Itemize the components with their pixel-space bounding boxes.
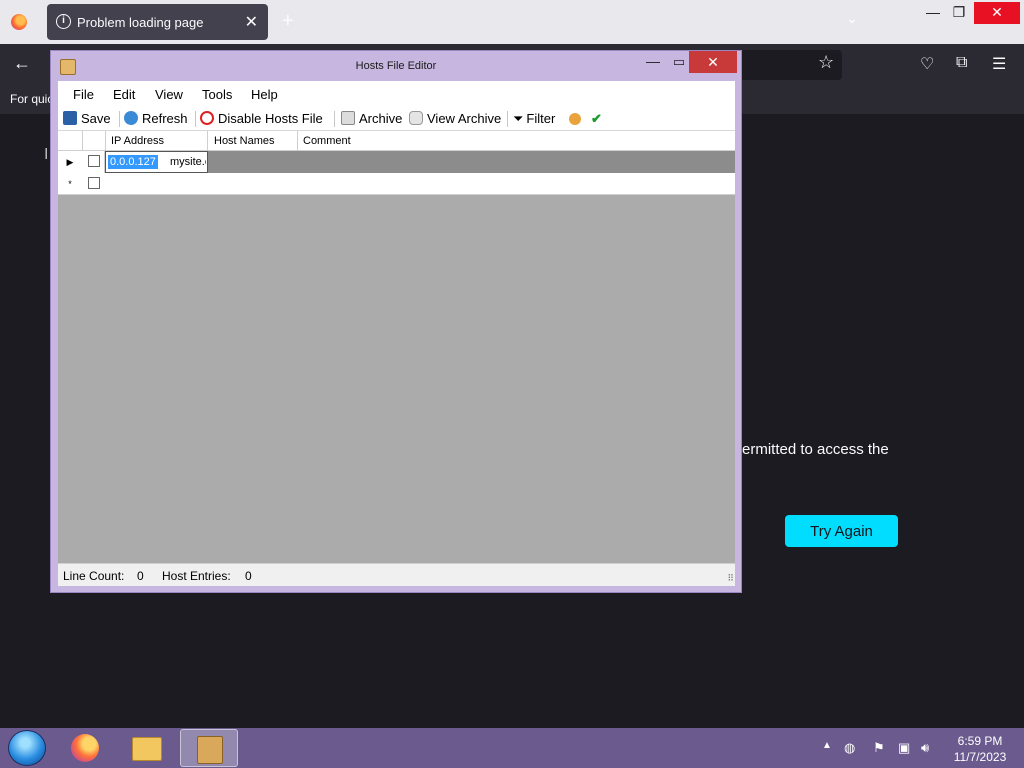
pocket-icon[interactable]: ♡ bbox=[920, 54, 934, 74]
error-message-text: ermitted to access the bbox=[742, 441, 889, 458]
row-enabled-checkbox[interactable] bbox=[88, 155, 100, 167]
tab-close-icon[interactable]: ✕ bbox=[245, 12, 258, 32]
host-name-overflow-text: mysite.c bbox=[170, 156, 206, 168]
row-header: ▶ bbox=[58, 151, 105, 173]
archive-icon bbox=[341, 111, 355, 125]
dialog-minimize-button[interactable]: — bbox=[639, 51, 667, 75]
check-icon: ✔ bbox=[591, 111, 602, 126]
apply-checkmark-button[interactable]: ✔ bbox=[591, 110, 602, 128]
dialog-title: Hosts File Editor bbox=[355, 60, 437, 72]
extensions-icon[interactable]: ⧉ bbox=[956, 54, 967, 72]
action-center-flag-icon[interactable]: ⚑ bbox=[873, 740, 885, 756]
dialog-close-button[interactable]: ✕ bbox=[689, 51, 737, 73]
list-tabs-chevron-icon[interactable]: ⌄ bbox=[846, 10, 858, 27]
host-entries-value: 0 bbox=[245, 569, 252, 583]
save-button[interactable]: Save bbox=[63, 110, 111, 128]
browser-tab-strip: i Problem loading page ✕ + ⌄ — ❐ ✕ bbox=[0, 0, 1024, 44]
line-count-value: 0 bbox=[137, 569, 144, 583]
refresh-button[interactable]: Refresh bbox=[124, 110, 188, 128]
view-archive-button[interactable]: View Archive bbox=[409, 110, 501, 128]
refresh-icon bbox=[124, 111, 138, 125]
taskbar-file-explorer[interactable] bbox=[118, 729, 176, 767]
taskbar-firefox[interactable] bbox=[56, 729, 114, 767]
filter-options-icon bbox=[569, 113, 581, 125]
new-tab-button[interactable]: + bbox=[282, 10, 294, 33]
menu-edit[interactable]: Edit bbox=[113, 87, 135, 102]
toolbar-separator bbox=[507, 111, 508, 127]
hosts-file-editor-window: Hosts File Editor — ▭ ✕ File Edit View T… bbox=[50, 50, 742, 593]
dialog-client-area: File Edit View Tools Help Save Refresh D… bbox=[58, 81, 735, 586]
resize-grip-icon[interactable]: ⠿ bbox=[727, 573, 734, 584]
taskbar-hosts-file-editor[interactable] bbox=[180, 729, 238, 767]
clock-time: 6:59 PM bbox=[957, 734, 1003, 748]
taskbar-clock[interactable]: 6:59 PM 11/7/2023 bbox=[944, 733, 1016, 765]
menu-bar: File Edit View Tools Help bbox=[58, 81, 735, 107]
disable-icon bbox=[200, 111, 214, 125]
ip-address-cell-editing[interactable]: 0.0.0.127 mysite.c bbox=[105, 151, 208, 173]
folder-icon bbox=[132, 737, 162, 761]
firefox-icon bbox=[71, 734, 99, 762]
network-globe-icon[interactable]: ◍ bbox=[844, 740, 855, 756]
network-icon[interactable]: ▣ bbox=[898, 740, 910, 756]
status-bar: Line Count: 0 Host Entries: 0 ⠿ bbox=[58, 563, 735, 586]
clock-date: 11/7/2023 bbox=[953, 750, 1007, 764]
toolbar-separator bbox=[195, 111, 196, 127]
toolbar-separator bbox=[334, 111, 335, 127]
ip-address-selected-text[interactable]: 0.0.0.127 bbox=[108, 155, 158, 169]
firefox-icon[interactable] bbox=[11, 14, 27, 30]
hosts-grid: IP Address Host Names Comment ▶ 0.0.0.12… bbox=[58, 131, 735, 563]
back-arrow-icon[interactable]: ← bbox=[13, 53, 31, 74]
save-disk-icon bbox=[63, 111, 77, 125]
restore-button[interactable]: ❐ bbox=[946, 2, 972, 24]
volume-speaker-icon[interactable]: 🔊︎ bbox=[921, 740, 929, 756]
filter-funnel-icon: ⏷ bbox=[513, 111, 524, 126]
column-header-comment[interactable]: Comment bbox=[303, 135, 351, 147]
archive-button[interactable]: Archive bbox=[341, 110, 402, 128]
try-again-button[interactable]: Try Again bbox=[785, 515, 898, 547]
start-button[interactable] bbox=[8, 730, 46, 766]
column-header-ip[interactable]: IP Address bbox=[111, 135, 164, 147]
hosts-editor-icon bbox=[197, 736, 223, 764]
filter-button[interactable]: ⏷ Filter bbox=[513, 110, 555, 128]
menu-view[interactable]: View bbox=[155, 87, 183, 102]
info-icon: i bbox=[56, 14, 71, 29]
tab-title: Problem loading page bbox=[77, 15, 204, 30]
table-row[interactable]: ▶ 0.0.0.127 mysite.c bbox=[58, 151, 735, 173]
grid-header: IP Address Host Names Comment bbox=[58, 131, 735, 151]
minimize-button[interactable]: — bbox=[920, 2, 946, 24]
new-row-checkbox[interactable] bbox=[88, 177, 100, 189]
menu-help[interactable]: Help bbox=[251, 87, 278, 102]
new-row[interactable]: * bbox=[58, 173, 735, 195]
menu-tools[interactable]: Tools bbox=[202, 87, 232, 102]
line-count-label: Line Count: bbox=[63, 569, 125, 583]
current-row-arrow-icon: ▶ bbox=[66, 157, 74, 167]
view-archive-icon bbox=[409, 111, 423, 125]
host-entries-label: Host Entries: bbox=[162, 569, 231, 583]
filter-options-button[interactable] bbox=[569, 110, 585, 128]
toolbar-separator bbox=[119, 111, 120, 127]
toolbar: Save Refresh Disable Hosts File Archive … bbox=[58, 107, 735, 131]
bookmark-star-icon[interactable]: ☆ bbox=[818, 52, 834, 73]
menu-file[interactable]: File bbox=[73, 87, 94, 102]
tab-problem-loading[interactable]: i Problem loading page ✕ bbox=[47, 4, 268, 40]
taskbar: ▲ ◍ ⚑ ▣ 🔊︎ 6:59 PM 11/7/2023 bbox=[0, 728, 1024, 768]
column-header-host-names[interactable]: Host Names bbox=[214, 135, 275, 147]
new-row-asterisk-icon: * bbox=[68, 179, 72, 189]
menu-hamburger-icon[interactable]: ☰ bbox=[992, 54, 1006, 74]
disable-hosts-file-button[interactable]: Disable Hosts File bbox=[200, 110, 323, 128]
bookmarks-hint-text: For quic bbox=[10, 92, 54, 106]
close-window-button[interactable]: ✕ bbox=[974, 2, 1020, 24]
show-hidden-icons-chevron[interactable]: ▲ bbox=[822, 740, 832, 751]
text-cursor-icon: I bbox=[44, 146, 49, 163]
